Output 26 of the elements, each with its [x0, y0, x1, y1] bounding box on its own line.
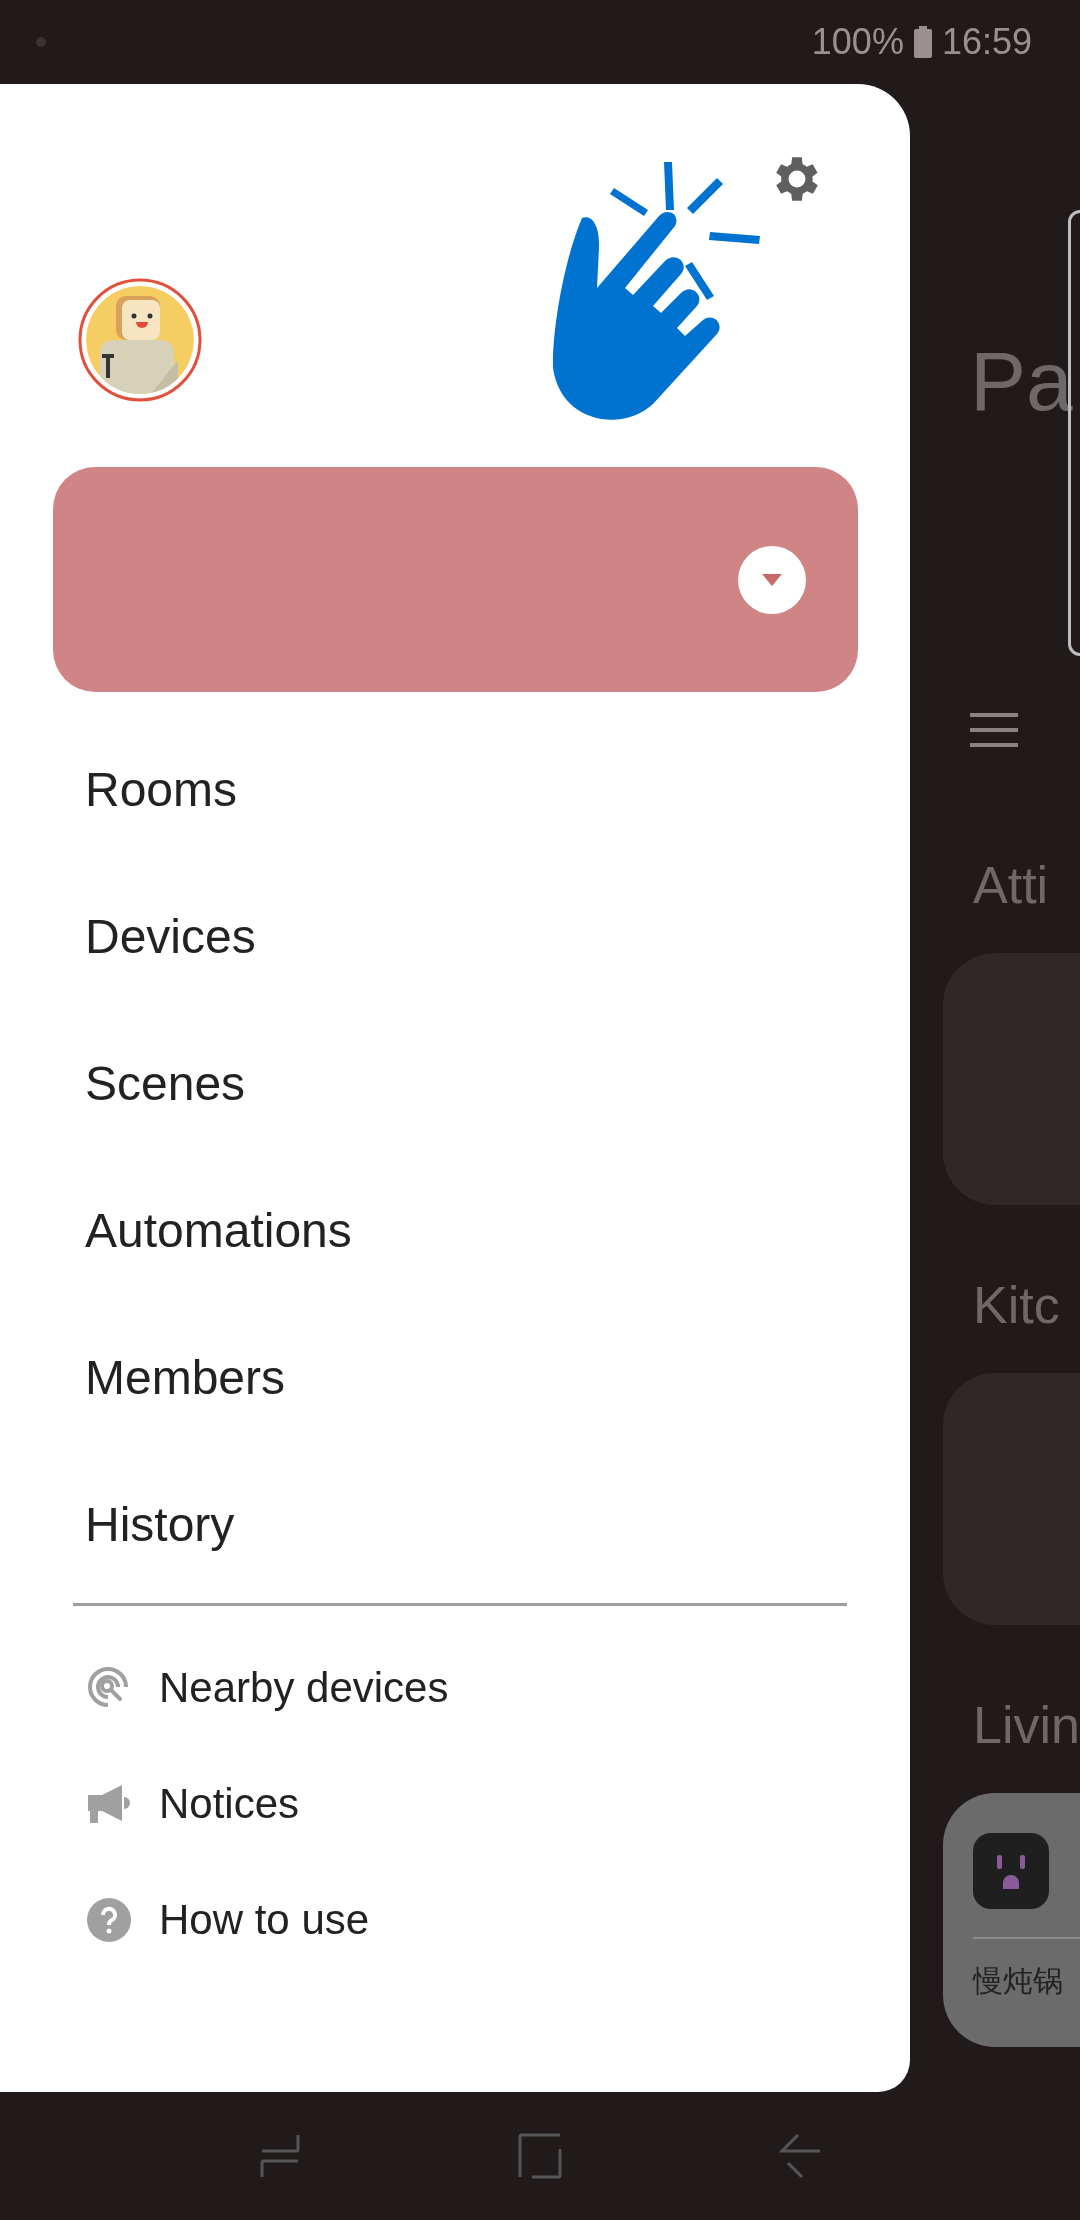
menu-item[interactable]: Scenes	[0, 1010, 910, 1157]
battery-icon	[913, 26, 932, 58]
back-icon[interactable]	[778, 2133, 822, 2179]
menu-item[interactable]: Members	[0, 1304, 910, 1451]
recent-apps-icon[interactable]	[258, 2133, 302, 2179]
caret-icon	[760, 571, 784, 588]
menu-item[interactable]: Nearby devices	[159, 1664, 449, 1712]
menu-item[interactable]: Notices	[159, 1780, 300, 1828]
menu-icon[interactable]	[970, 713, 1018, 747]
menu-item[interactable]: Automations	[0, 1157, 910, 1304]
home-icon[interactable]	[518, 2133, 562, 2179]
home-selector-card[interactable]	[53, 467, 858, 692]
menu-item[interactable]: Devices	[0, 863, 910, 1010]
socket-icon	[973, 1833, 1049, 1909]
clock: 16:59	[941, 21, 1032, 63]
help-icon	[86, 1897, 132, 1943]
device-name: 慢炖锅	[973, 1962, 1064, 2000]
section-title: Livin	[972, 1699, 1080, 1751]
battery-percentage: 100%	[811, 21, 904, 63]
notification-dot	[36, 37, 46, 47]
section-title: Atti	[972, 859, 1050, 911]
avatar-icon[interactable]	[78, 278, 202, 402]
section-title: Kitc	[972, 1279, 1061, 1331]
menu-item[interactable]: How to use	[159, 1896, 370, 1944]
menu-item[interactable]: History	[0, 1451, 910, 1598]
menu-item[interactable]: Rooms	[0, 716, 910, 863]
